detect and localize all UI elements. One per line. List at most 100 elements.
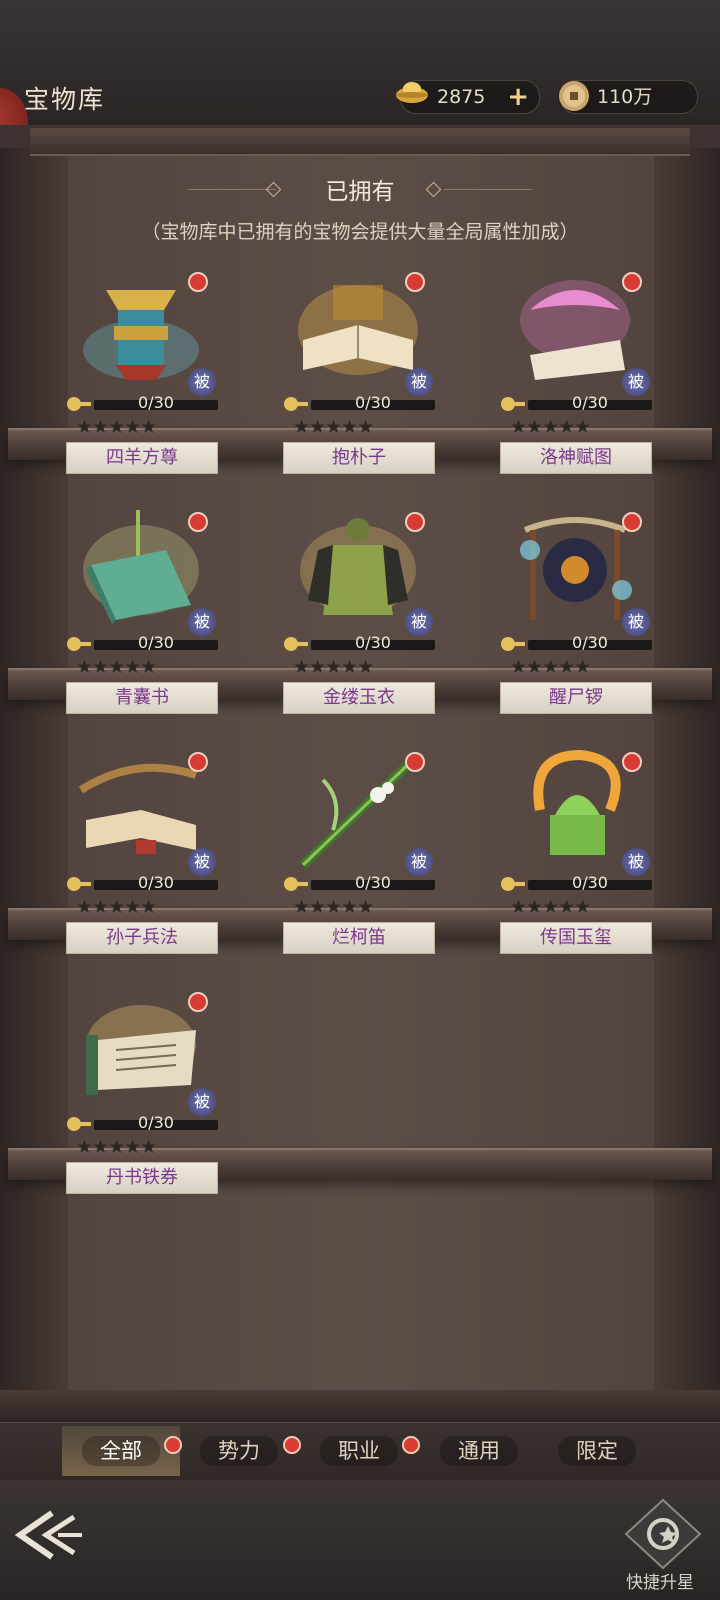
- treasure-card[interactable]: 被 0/30 ★★★★★ 青囊书: [66, 510, 246, 740]
- tab-all[interactable]: 全部: [62, 1426, 180, 1476]
- key-icon: [284, 637, 308, 651]
- treasure-name: 丹书铁券: [66, 1162, 218, 1194]
- treasure-card[interactable]: 被 0/30 ★★★★★ 传国玉玺: [500, 750, 680, 980]
- tab-label: 通用: [440, 1436, 518, 1466]
- jade-flute-icon: [299, 751, 422, 869]
- back-arrow-icon[interactable]: [12, 1505, 92, 1565]
- tab-notification-dot: [402, 1436, 420, 1454]
- divider-left: [188, 189, 276, 190]
- coin-amount: 110万: [597, 86, 653, 108]
- passive-badge: 被: [622, 848, 650, 876]
- progress-text: 0/30: [138, 1113, 174, 1132]
- progress-text: 0/30: [355, 393, 391, 412]
- treasure-name: 抱朴子: [283, 442, 435, 474]
- treasure-card[interactable]: 被 0/30 ★★★★★ 抱朴子: [283, 270, 463, 500]
- star-rating: ★★★★★: [76, 416, 157, 438]
- progress-text: 0/30: [355, 633, 391, 652]
- treasure-name: 醒尸锣: [500, 682, 652, 714]
- treasure-name: 烂柯笛: [283, 922, 435, 954]
- key-icon: [501, 637, 525, 651]
- passive-badge: 被: [188, 848, 216, 876]
- star-upgrade-icon: [624, 1498, 702, 1570]
- progress-text: 0/30: [572, 873, 608, 892]
- progress-text: 0/30: [138, 633, 174, 652]
- key-icon: [67, 397, 91, 411]
- tab-notification-dot: [283, 1436, 301, 1454]
- treasure-name: 金缕玉衣: [283, 682, 435, 714]
- quick-upgrade-button[interactable]: 快捷升星: [618, 1498, 708, 1593]
- red-notification-dot: [622, 512, 642, 532]
- passive-badge: 被: [188, 1088, 216, 1116]
- star-rating: ★★★★★: [510, 656, 591, 678]
- progress-text: 0/30: [355, 873, 391, 892]
- passive-badge: 被: [188, 608, 216, 636]
- open-book-icon: [298, 285, 418, 375]
- cabinet-base: [0, 1390, 720, 1422]
- treasure-name: 传国玉玺: [500, 922, 652, 954]
- treasure-card[interactable]: 被 0/30 ★★★★★ 丹书铁券: [66, 990, 246, 1220]
- red-notification-dot: [405, 752, 425, 772]
- key-icon: [501, 397, 525, 411]
- star-rating: ★★★★★: [510, 416, 591, 438]
- red-notification-dot: [188, 272, 208, 292]
- treasure-card[interactable]: 被 0/30 ★★★★★ 烂柯笛: [283, 750, 463, 980]
- progress-text: 0/30: [138, 873, 174, 892]
- passive-badge: 被: [188, 368, 216, 396]
- cabinet-top-rail: [30, 128, 690, 156]
- treasure-name: 洛神赋图: [500, 442, 652, 474]
- tab-label: 职业: [320, 1436, 398, 1466]
- star-rating: ★★★★★: [293, 896, 374, 918]
- cabinet-left-panel: [0, 148, 68, 1400]
- key-icon: [284, 397, 308, 411]
- section-title: 已拥有: [325, 179, 395, 205]
- jade-armor-icon: [300, 518, 416, 615]
- star-rating: ★★★★★: [293, 416, 374, 438]
- bronze-zun-vessel-icon: [83, 290, 199, 380]
- star-rating: ★★★★★: [76, 896, 157, 918]
- treasure-name: 孙子兵法: [66, 922, 218, 954]
- treasure-card[interactable]: 被 0/30 ★★★★★ 金缕玉衣: [283, 510, 463, 740]
- passive-badge: 被: [405, 368, 433, 396]
- divider-right: [444, 189, 532, 190]
- treasure-name: 青囊书: [66, 682, 218, 714]
- progress-text: 0/30: [572, 633, 608, 652]
- key-icon: [67, 1117, 91, 1131]
- treasure-card[interactable]: 被 0/30 ★★★★★ 四羊方尊: [66, 270, 246, 500]
- key-icon: [67, 637, 91, 651]
- page-title: 宝物库: [24, 85, 106, 114]
- tab-label: 限定: [558, 1436, 636, 1466]
- key-icon: [284, 877, 308, 891]
- passive-badge: 被: [622, 608, 650, 636]
- add-gold-button[interactable]: +: [507, 81, 529, 113]
- tab-profession[interactable]: 职业: [300, 1426, 418, 1476]
- tab-faction[interactable]: 势力: [180, 1426, 298, 1476]
- iron-scroll-icon: [86, 1005, 196, 1095]
- tab-limited[interactable]: 限定: [538, 1426, 656, 1476]
- red-notification-dot: [405, 512, 425, 532]
- treasure-card[interactable]: 被 0/30 ★★★★★ 洛神赋图: [500, 270, 680, 500]
- treasure-card[interactable]: 被 0/30 ★★★★★ 孙子兵法: [66, 750, 246, 980]
- passive-badge: 被: [405, 608, 433, 636]
- passive-badge: 被: [622, 368, 650, 396]
- gong-icon: [520, 517, 632, 620]
- gold-ingot-icon: [396, 82, 428, 103]
- passive-badge: 被: [405, 848, 433, 876]
- imperial-jade-seal-icon: [533, 750, 621, 855]
- star-rating: ★★★★★: [76, 1136, 157, 1158]
- copper-coin-icon: [559, 81, 589, 111]
- tab-general[interactable]: 通用: [420, 1426, 538, 1476]
- red-notification-dot: [622, 272, 642, 292]
- red-notification-dot: [405, 272, 425, 292]
- tab-label: 势力: [200, 1436, 278, 1466]
- star-rating: ★★★★★: [76, 656, 157, 678]
- treasure-card[interactable]: 被 0/30 ★★★★★ 醒尸锣: [500, 510, 680, 740]
- progress-text: 0/30: [572, 393, 608, 412]
- coin-counter: 110万: [559, 80, 698, 114]
- red-notification-dot: [188, 992, 208, 1012]
- tab-label: 全部: [82, 1436, 160, 1466]
- star-rating: ★★★★★: [293, 656, 374, 678]
- gold-counter: 2875 +: [396, 80, 540, 114]
- art-of-war-book-icon: [78, 763, 198, 854]
- quick-upgrade-label: 快捷升星: [626, 1573, 694, 1593]
- red-notification-dot: [622, 752, 642, 772]
